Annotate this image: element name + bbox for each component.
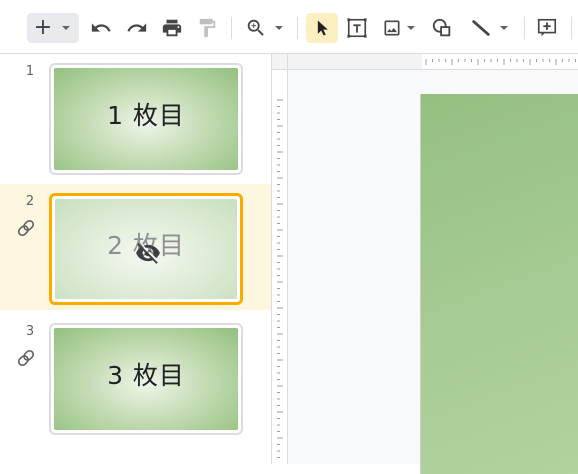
slide-title: 3 枚目 xyxy=(107,361,185,390)
ruler-ticks xyxy=(277,99,283,458)
slide-thumbnail-row-2[interactable]: 2 2 枚目 xyxy=(0,184,271,310)
undo-icon xyxy=(91,23,111,32)
toolbar-divider xyxy=(297,17,298,39)
linked-slide-icon xyxy=(17,349,35,367)
chevron-down-icon xyxy=(406,26,415,30)
hidden-slide-icon xyxy=(136,243,160,264)
toolbar: + xyxy=(0,0,578,54)
line-icon xyxy=(472,20,490,36)
slide-thumbnail-row-1[interactable]: 1 1 枚目 xyxy=(0,54,271,180)
print-icon xyxy=(162,19,182,37)
toolbar-divider xyxy=(571,17,572,39)
line-button[interactable] xyxy=(464,13,516,43)
slide-thumbnail-3[interactable]: 3 枚目 xyxy=(49,323,243,435)
slide-filmstrip: 1 1 枚目 2 2 枚目 3 3 枚目 xyxy=(0,54,272,464)
ruler-ticks xyxy=(425,59,576,65)
slide-title: 1 枚目 xyxy=(107,101,185,130)
vertical-ruler[interactable] xyxy=(272,70,288,464)
image-icon xyxy=(384,20,399,36)
cursor-icon xyxy=(317,20,328,36)
redo-icon xyxy=(127,23,147,32)
slide-thumbnail-1[interactable]: 1 枚目 xyxy=(49,63,243,175)
shape-icon xyxy=(432,18,451,37)
zoom-in-icon xyxy=(247,19,264,36)
chevron-down-icon xyxy=(500,26,508,30)
add-comment-icon xyxy=(537,18,557,37)
toolbar-divider xyxy=(231,17,232,39)
slide-number: 1 xyxy=(25,64,35,79)
slide-thumbnail-row-3[interactable]: 3 3 枚目 xyxy=(0,314,271,440)
chevron-down-icon[interactable] xyxy=(60,22,72,34)
text-box-button[interactable] xyxy=(343,13,371,43)
slide-preview: 1 枚目 xyxy=(54,68,238,170)
insert-image-button[interactable] xyxy=(378,13,420,43)
comment-button[interactable] xyxy=(533,13,561,43)
linked-slide-icon xyxy=(17,219,35,237)
slide-preview: 3 枚目 xyxy=(54,328,238,430)
new-slide-button[interactable]: + xyxy=(27,13,79,43)
ruler-corner xyxy=(272,54,288,70)
paint-format-button[interactable] xyxy=(194,13,220,43)
slide-editor xyxy=(272,54,578,474)
redo-button[interactable] xyxy=(124,13,150,43)
slide-thumbnail-2[interactable]: 2 枚目 xyxy=(49,193,243,305)
paint-format-icon xyxy=(199,18,216,38)
shape-button[interactable] xyxy=(428,13,456,43)
toolbar-divider xyxy=(524,17,525,39)
slide-canvas[interactable] xyxy=(420,94,578,474)
zoom-button[interactable] xyxy=(240,13,290,43)
chevron-down-icon xyxy=(275,26,283,30)
print-button[interactable] xyxy=(159,13,185,43)
slide-number: 3 xyxy=(25,324,35,339)
slide-number: 2 xyxy=(25,194,35,209)
plus-icon: + xyxy=(33,15,53,40)
undo-button[interactable] xyxy=(88,13,114,43)
text-box-icon xyxy=(347,18,367,38)
select-tool-button[interactable] xyxy=(306,13,338,43)
horizontal-ruler[interactable] xyxy=(288,54,578,70)
